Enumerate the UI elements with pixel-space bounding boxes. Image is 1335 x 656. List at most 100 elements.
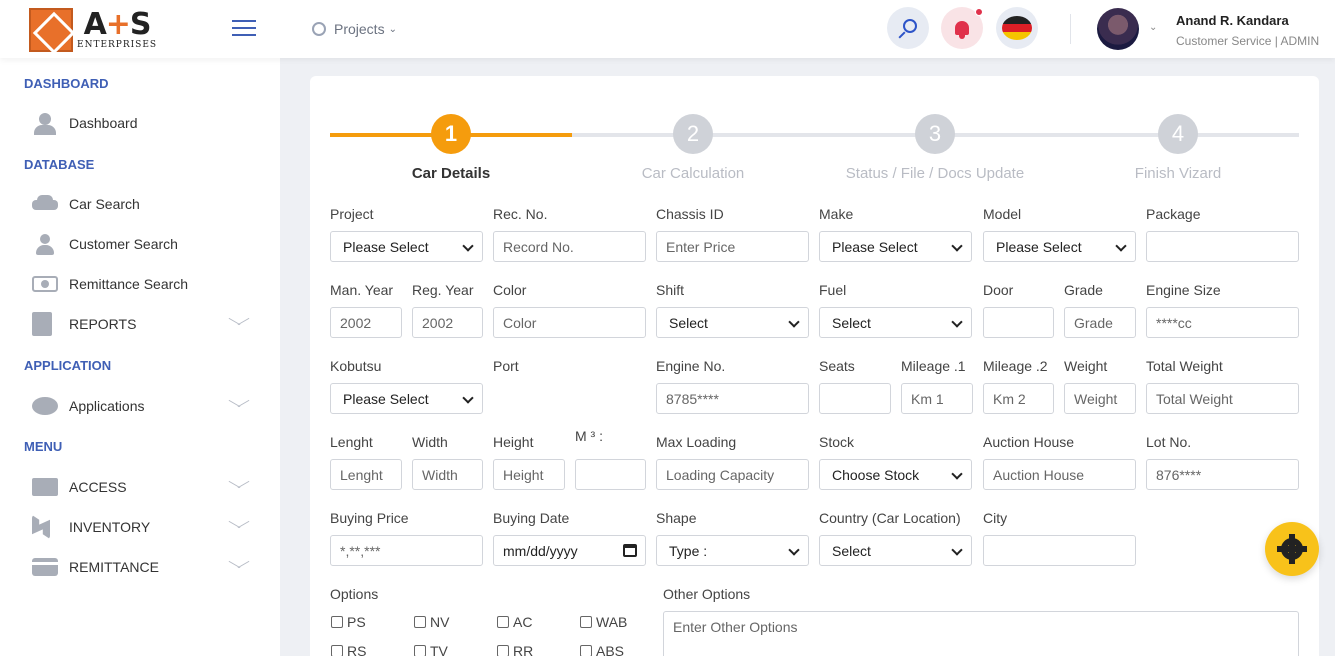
language-button[interactable]: [996, 7, 1038, 49]
buying-price-label: Buying Price: [330, 510, 409, 526]
man-year-label: Man. Year: [330, 282, 394, 298]
mileage2-label: Mileage .2: [983, 358, 1048, 374]
avatar[interactable]: [1097, 8, 1139, 50]
project-select[interactable]: Please Select: [330, 231, 483, 262]
sidebar-item-inventory[interactable]: INVENTORY: [32, 514, 252, 540]
shift-select[interactable]: Select: [656, 307, 809, 338]
gear-icon: [1277, 534, 1307, 564]
other-options-textarea[interactable]: Enter Other Options: [663, 611, 1299, 656]
projects-dropdown[interactable]: Projects ⌄: [312, 21, 397, 37]
wizard-step-2-label[interactable]: Car Calculation: [573, 165, 813, 182]
weight-input[interactable]: Weight: [1064, 383, 1136, 414]
sidebar-item-remittance[interactable]: REMITTANCE: [32, 554, 252, 580]
color-label: Color: [493, 282, 527, 298]
hamburger-menu-icon[interactable]: [232, 20, 256, 36]
top-header: A+S ENTERPRISES Projects ⌄ ⌄ Anand R. Ka…: [0, 0, 1335, 58]
make-select[interactable]: Please Select: [819, 231, 972, 262]
user-icon: [32, 234, 58, 255]
brand-logo[interactable]: A+S ENTERPRISES: [29, 7, 173, 52]
chevron-down-icon: [228, 316, 250, 328]
wizard-step-2[interactable]: 2: [673, 114, 713, 154]
mileage1-input[interactable]: Km 1: [901, 383, 973, 414]
length-input[interactable]: Lenght: [330, 459, 402, 490]
option-abs-checkbox[interactable]: ABS: [580, 643, 624, 656]
wizard-step-3[interactable]: 3: [915, 114, 955, 154]
lot-no-input[interactable]: 876****: [1146, 459, 1299, 490]
option-nv-checkbox[interactable]: NV: [414, 614, 449, 630]
model-select[interactable]: Please Select: [983, 231, 1136, 262]
shape-select[interactable]: Type :: [656, 535, 809, 566]
settings-fab-button[interactable]: [1265, 522, 1319, 576]
package-input[interactable]: [1146, 231, 1299, 262]
rec-no-input[interactable]: Record No.: [493, 231, 646, 262]
option-rs-checkbox[interactable]: RS: [331, 643, 366, 656]
wizard-step-4[interactable]: 4: [1158, 114, 1198, 154]
section-menu: MENU: [24, 439, 63, 454]
option-ac-checkbox[interactable]: AC: [497, 614, 532, 630]
country-label: Country (Car Location): [819, 510, 961, 526]
search-button[interactable]: [887, 7, 929, 49]
project-label: Project: [330, 206, 374, 222]
weight-label: Weight: [1064, 358, 1108, 374]
total-weight-input[interactable]: Total Weight: [1146, 383, 1299, 414]
man-year-input[interactable]: 2002: [330, 307, 402, 338]
mileage2-input[interactable]: Km 2: [983, 383, 1054, 414]
engine-no-input[interactable]: 8785****: [656, 383, 809, 414]
reg-year-input[interactable]: 2002: [412, 307, 483, 338]
section-application: APPLICATION: [24, 358, 112, 373]
buying-date-input[interactable]: mm/dd/yyyy: [493, 535, 646, 566]
fuel-select[interactable]: Select: [819, 307, 972, 338]
fuel-label: Fuel: [819, 282, 847, 298]
chevron-down-icon: [228, 479, 250, 491]
country-select[interactable]: Select: [819, 535, 972, 566]
width-input[interactable]: Width: [412, 459, 483, 490]
max-loading-input[interactable]: Loading Capacity: [656, 459, 809, 490]
grade-input[interactable]: Grade: [1064, 307, 1136, 338]
wizard-step-3-label[interactable]: Status / File / Docs Update: [815, 165, 1055, 182]
height-input[interactable]: Height: [493, 459, 565, 490]
engine-size-input[interactable]: ****cc: [1146, 307, 1299, 338]
port-label: Port: [493, 358, 519, 374]
color-input[interactable]: Color: [493, 307, 646, 338]
sidebar-item-car-search[interactable]: Car Search: [32, 191, 252, 217]
calendar-icon[interactable]: [623, 544, 637, 557]
people-icon: [32, 113, 58, 135]
shift-label: Shift: [656, 282, 685, 298]
m3-input[interactable]: [575, 459, 646, 490]
door-input[interactable]: [983, 307, 1054, 338]
search-icon: [903, 19, 917, 33]
notification-dot: [975, 8, 983, 16]
option-ps-checkbox[interactable]: PS: [331, 614, 366, 630]
chevron-down-icon: [228, 519, 250, 531]
reg-year-label: Reg. Year: [412, 282, 474, 298]
option-tv-checkbox[interactable]: TV: [414, 643, 448, 656]
header-divider: [1070, 14, 1071, 44]
model-label: Model: [983, 206, 1022, 222]
chat-icon: [32, 397, 58, 415]
wizard-step-4-label[interactable]: Finish Vizard: [1058, 165, 1298, 182]
max-loading-label: Max Loading: [656, 434, 737, 450]
kobutsu-select[interactable]: Please Select: [330, 383, 483, 414]
wizard-step-1-label[interactable]: Car Details: [331, 165, 571, 182]
sidebar-item-applications[interactable]: Applications: [32, 393, 252, 419]
seats-input[interactable]: [819, 383, 891, 414]
sidebar-item-customer-search[interactable]: Customer Search: [32, 231, 252, 257]
sidebar-item-remittance-search[interactable]: Remittance Search: [32, 271, 252, 297]
stock-select[interactable]: Choose Stock: [819, 459, 972, 490]
package-label: Package: [1146, 206, 1201, 222]
chassis-label: Chassis ID: [656, 206, 724, 222]
section-dashboard: DASHBOARD: [24, 76, 109, 91]
chevron-down-icon[interactable]: ⌄: [1149, 22, 1157, 33]
chassis-input[interactable]: Enter Price: [656, 231, 809, 262]
option-rr-checkbox[interactable]: RR: [497, 643, 533, 656]
wizard-step-1[interactable]: 1: [431, 114, 471, 154]
option-wab-checkbox[interactable]: WAB: [580, 614, 627, 630]
height-label: Height: [493, 434, 534, 450]
card-icon: [32, 558, 58, 576]
sidebar-item-reports[interactable]: REPORTS: [32, 311, 252, 337]
buying-price-input[interactable]: *,**,***: [330, 535, 483, 566]
city-input[interactable]: [983, 535, 1136, 566]
sidebar-item-access[interactable]: ACCESS: [32, 474, 252, 500]
auction-house-input[interactable]: Auction House: [983, 459, 1136, 490]
sidebar-item-dashboard[interactable]: Dashboard: [32, 110, 252, 136]
